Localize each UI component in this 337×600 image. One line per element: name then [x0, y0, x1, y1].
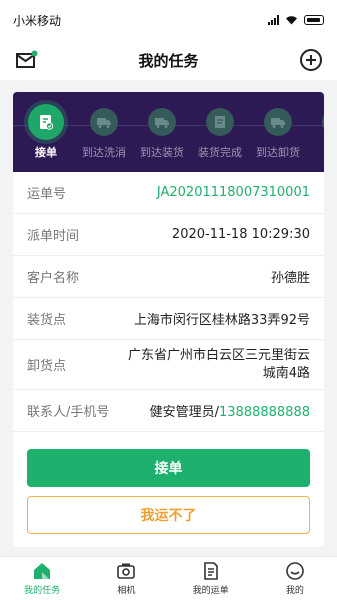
- step-label: 到达洗消: [82, 146, 126, 159]
- contact-phone-link[interactable]: 13888888888: [219, 405, 310, 420]
- unload-icon: [322, 108, 324, 136]
- truck-unload-icon: [264, 108, 292, 136]
- cannot-deliver-button[interactable]: 我运不了: [27, 496, 310, 534]
- carrier-label: 小米移动: [13, 13, 62, 28]
- step-arrive-wash: 到达洗消: [75, 108, 133, 160]
- step-accept: 接单: [17, 104, 75, 160]
- header: 我的任务: [0, 40, 337, 80]
- wifi-icon: [286, 16, 297, 25]
- contact-row: 联系人/手机号 健安管理员/13888888888: [13, 390, 324, 432]
- tab-label: 相机: [117, 586, 136, 596]
- progress-steps: 接单 到达洗消 到达装货 装货完成 到达卸货: [13, 92, 324, 172]
- profile-icon: [286, 562, 304, 580]
- dispatch-time-value: 2020-11-18 10:29:30: [171, 227, 310, 242]
- tab-camera[interactable]: 相机: [84, 557, 168, 600]
- step-arrive-unload: 到达卸货: [249, 108, 307, 160]
- mail-icon: [16, 50, 38, 68]
- battery-icon: [304, 15, 324, 25]
- document-icon: [203, 562, 218, 580]
- plus-circle-icon: [300, 49, 322, 71]
- step-label: 到达卸货: [256, 146, 300, 159]
- loading-point-row: 装货点 上海市闵行区桂林路33弄92号: [13, 298, 324, 340]
- accept-step-icon: [28, 104, 64, 140]
- tab-label: 我的任务: [24, 586, 61, 596]
- tab-my-tasks[interactable]: 我的任务: [0, 557, 84, 600]
- row-label: 卸货点: [27, 359, 67, 374]
- row-label: 派单时间: [27, 229, 80, 244]
- contact-value: 健安管理员/13888888888: [150, 401, 310, 420]
- task-card: 接单 到达洗消 到达装货 装货完成 到达卸货 运单号 JA20201118007…: [13, 92, 324, 547]
- box-done-icon: [206, 108, 234, 136]
- loading-point-value: 上海市闵行区桂林路33弄92号: [133, 313, 310, 328]
- truck-wash-icon: [90, 108, 118, 136]
- truck-load-icon: [148, 108, 176, 136]
- dispatch-time-row: 派单时间 2020-11-18 10:29:30: [13, 214, 324, 256]
- tab-profile[interactable]: 我的: [253, 557, 337, 600]
- camera-icon: [117, 563, 136, 579]
- tab-label: 我的: [285, 586, 304, 596]
- status-bar: 小米移动: [0, 0, 337, 40]
- contact-name: 健安管理员/: [149, 405, 220, 420]
- mail-button[interactable]: [16, 50, 38, 70]
- customer-row: 客户名称 孙德胜: [13, 256, 324, 298]
- unloading-point-row: 卸货点 广东省广州市白云区三元里街云城南4路: [13, 340, 324, 390]
- unloading-point-value: 广东省广州市白云区三元里街云城南4路: [127, 347, 310, 381]
- tab-my-waybills[interactable]: 我的运单: [169, 557, 253, 600]
- add-button[interactable]: [299, 48, 323, 72]
- page-title: 我的任务: [138, 51, 199, 70]
- row-label: 联系人/手机号: [27, 405, 110, 420]
- row-label: 客户名称: [27, 271, 80, 286]
- step-load-done: 装货完成: [191, 108, 249, 160]
- row-label: 运单号: [27, 187, 67, 202]
- tab-label: 我的运单: [192, 586, 229, 596]
- customer-value: 孙德胜: [270, 271, 310, 286]
- bottom-tab-bar: 我的任务 相机 我的运单 我的: [0, 556, 337, 600]
- step-arrive-load: 到达装货: [133, 108, 191, 160]
- step-unload-partial: 卸: [307, 108, 324, 160]
- step-label: 接单: [35, 146, 57, 159]
- accept-order-button[interactable]: 接单: [27, 449, 310, 487]
- row-label: 装货点: [27, 313, 67, 328]
- status-icons: [268, 15, 324, 25]
- waybill-number: JA20201118007310001: [156, 185, 310, 200]
- signal-icon: [268, 15, 279, 25]
- step-label: 到达装货: [140, 146, 184, 159]
- step-label: 卸: [307, 144, 324, 160]
- step-label: 装货完成: [198, 146, 242, 159]
- waybill-row: 运单号 JA20201118007310001: [13, 172, 324, 214]
- home-icon: [34, 563, 51, 579]
